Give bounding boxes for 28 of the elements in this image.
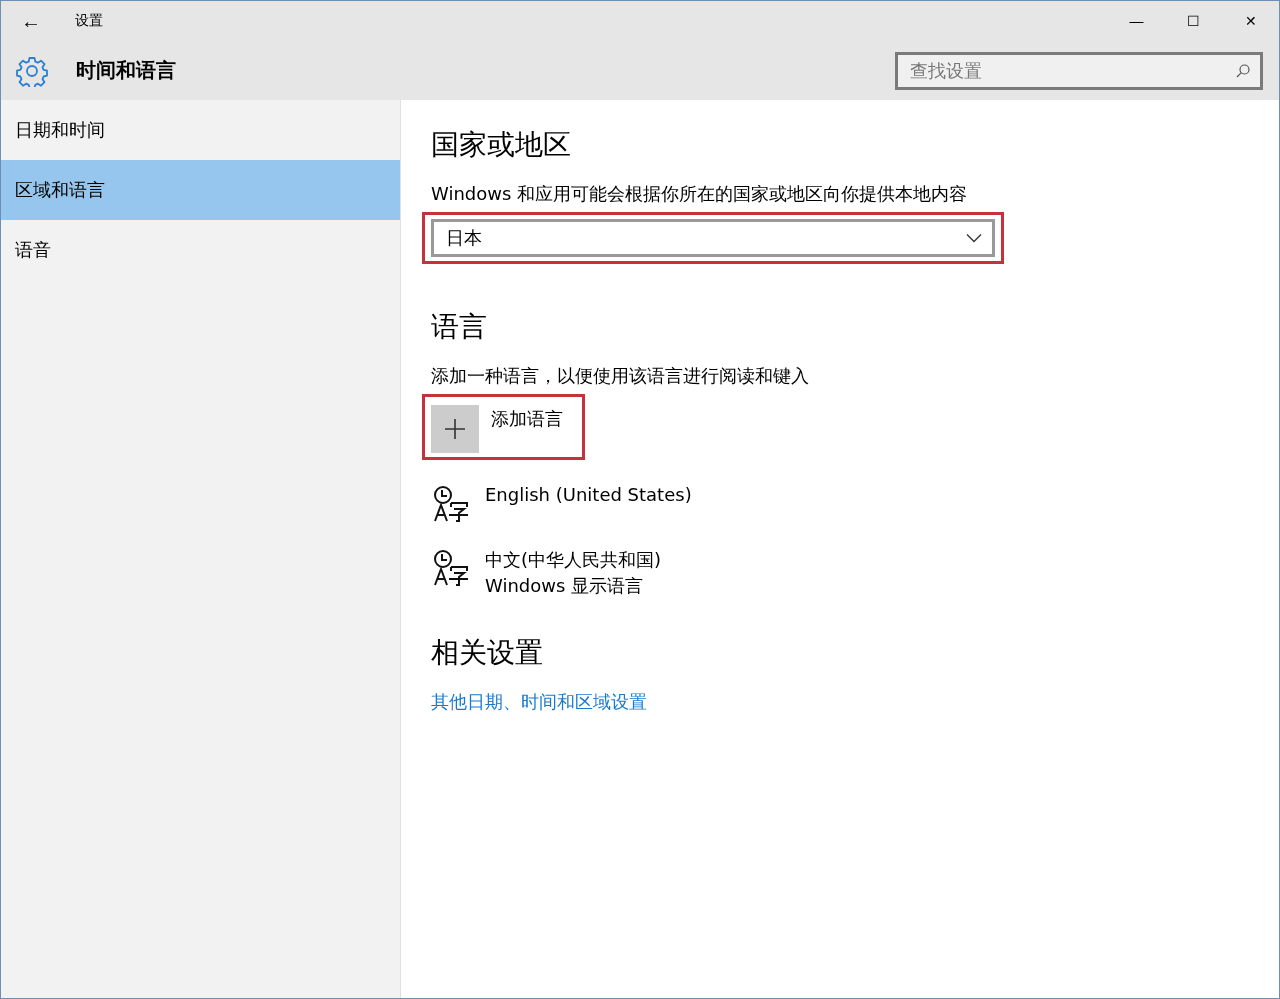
language-name[interactable]: 中文(中华人民共和国) — [485, 548, 662, 572]
page-title: 时间和语言 — [76, 57, 176, 84]
maximize-button[interactable]: ☐ — [1165, 1, 1222, 41]
language-detail: Windows 显示语言 — [485, 574, 645, 598]
settings-link[interactable]: 其他日期、时间和区域设置 — [431, 691, 647, 712]
sidebar-item[interactable]: 区域和语言 — [1, 160, 400, 220]
chevron-down-icon — [966, 233, 982, 243]
description-text: 添加一种语言，以便使用该语言进行阅读和键入 — [431, 364, 810, 388]
back-button[interactable]: ← — [1, 1, 61, 41]
sidebar-item[interactable]: 日期和时间 — [1, 100, 400, 160]
add-language-button[interactable]: 添加语言 — [491, 407, 563, 431]
language-icon — [431, 548, 471, 588]
minimize-button[interactable]: — — [1108, 1, 1165, 41]
sidebar-item[interactable]: 语音 — [1, 220, 400, 280]
section-heading: 国家或地区 — [431, 127, 572, 163]
country-dropdown[interactable]: 日本 — [431, 219, 995, 257]
plus-icon[interactable] — [431, 405, 479, 453]
search-field[interactable]: 查找设置 — [895, 51, 1263, 90]
search-icon — [1235, 62, 1251, 79]
description-text: Windows 和应用可能会根据你所在的国家或地区向你提供本地内容 — [431, 182, 969, 206]
dropdown-value: 日本 — [446, 226, 482, 250]
window-title: 设置 — [75, 12, 103, 30]
section-heading: 相关设置 — [431, 635, 544, 671]
section-heading: 语言 — [431, 309, 488, 345]
language-icon — [431, 484, 471, 524]
language-name[interactable]: English (United States) — [485, 484, 692, 505]
close-button[interactable]: ✕ — [1222, 1, 1279, 41]
settings-icon — [16, 54, 48, 87]
